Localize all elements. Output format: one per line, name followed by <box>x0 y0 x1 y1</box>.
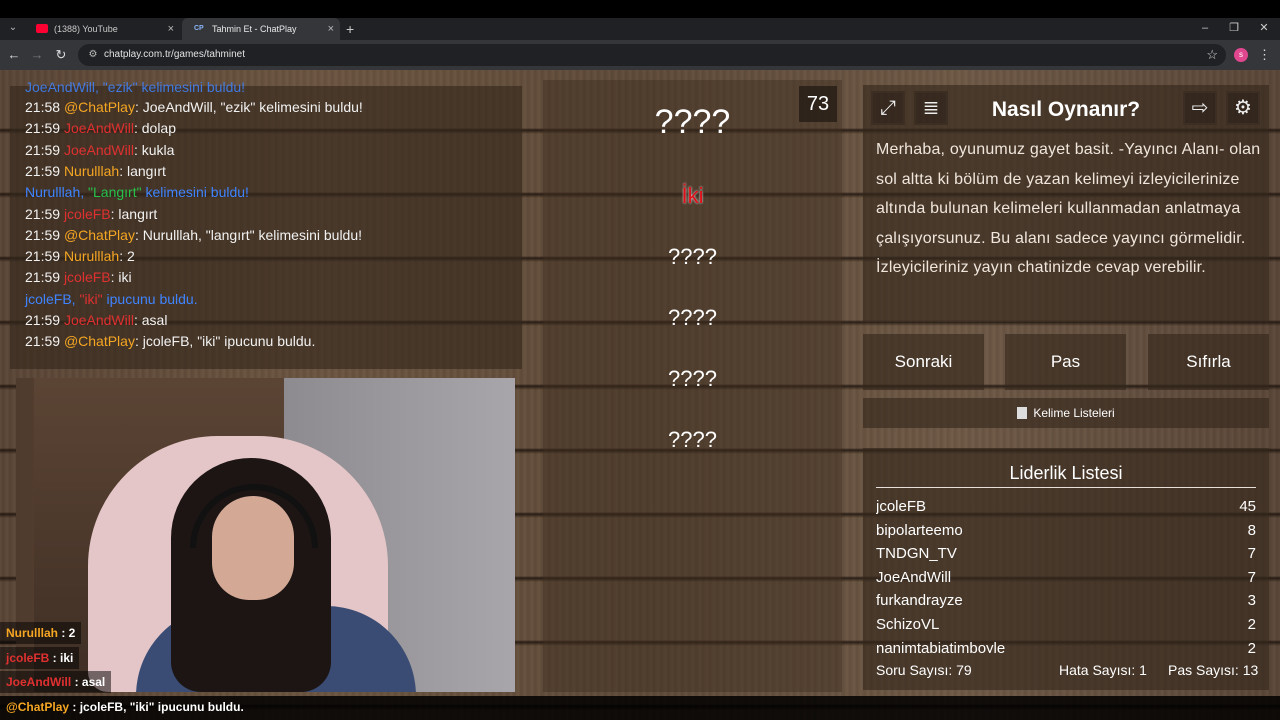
overlay-chat-line: jcoleFB : iki <box>0 647 80 669</box>
hidden-clue: ???? <box>668 305 717 330</box>
tab-youtube[interactable]: (1388) YouTube × <box>24 18 180 40</box>
youtube-icon <box>36 24 48 33</box>
hidden-clue: ???? <box>668 366 717 391</box>
how-to-play-title: Nasıl Oynanır? <box>991 98 1141 121</box>
leaderboard-row: nanimtabiatimboyle 2 <box>876 639 1256 653</box>
chat-line: 21:59 jcoleFB: langırt <box>25 205 158 222</box>
how-to-play-text: Merhaba, oyunumuz gayet basit. -Yayıncı … <box>876 141 1261 277</box>
chat-line: Nurulllah, "Langırt" kelimesini buldu! <box>25 184 249 201</box>
pass-count: Pas Sayısı: 13 <box>1168 662 1259 678</box>
chat-line: 21:59 Nurulllah: 2 <box>25 248 135 265</box>
leaderboard-title: Liderlik Listesi <box>876 462 1256 488</box>
hidden-clue: ???? <box>668 427 717 452</box>
chat-line: 21:59 JoeAndWill: asal <box>25 312 168 328</box>
forward-icon[interactable]: → <box>28 46 46 64</box>
pass-button[interactable]: Pas <box>1005 334 1126 390</box>
leaderboard-row: bipolarteemo 8 <box>876 521 1256 539</box>
chatplay-icon: CP <box>194 25 204 32</box>
exit-icon[interactable]: ⇨ <box>1183 91 1217 125</box>
chat-line: jcoleFB, "iki" ipucunu buldu. <box>25 290 198 307</box>
webcam-feed <box>16 378 515 692</box>
main-word: ???? <box>654 103 731 141</box>
reload-icon[interactable]: ↻ <box>52 46 70 64</box>
chat-line: 21:59 Nurulllah: langırt <box>25 162 166 179</box>
leaderboard-row: jcoleFB 45 <box>876 498 1256 515</box>
fullscreen-icon[interactable]: ⤢ <box>871 91 905 125</box>
leaderboard-row: JoeAndWill 7 <box>876 568 1256 586</box>
address-bar: ← → ↻ ⚙ chatplay.com.tr/games/tahminet ☆… <box>0 40 1280 70</box>
chat-line: 21:59 JoeAndWill: dolap <box>25 120 177 137</box>
chat-line: 21:58 @ChatPlay: JoeAndWill, "ezik" keli… <box>25 99 363 115</box>
next-button[interactable]: Sonraki <box>863 334 984 390</box>
leaderboard-row: SchizoVL 2 <box>876 616 1256 633</box>
chat-line: 21:59 JoeAndWill: kukla <box>25 141 175 158</box>
leaderboard-row: TNDGN_TV 7 <box>876 545 1256 563</box>
tab-title: (1388) YouTube <box>54 24 118 34</box>
game-viewport: JoeAndWill, "ezik" kelimesini buldu! 21:… <box>0 70 1280 720</box>
word-lists-button[interactable]: Kelime Listeleri <box>863 398 1269 428</box>
question-count: Soru Sayısı: 79 <box>876 662 972 678</box>
document-icon[interactable]: ≣ <box>914 91 948 125</box>
list-icon <box>1017 407 1028 419</box>
tab-chatplay[interactable]: CP Tahmin Et - ChatPlay × <box>182 18 340 40</box>
reset-button[interactable]: Sıfırla <box>1148 334 1269 390</box>
chat-line: 21:59 jcoleFB: iki <box>25 269 132 286</box>
bottom-ticker: @ChatPlay : jcoleFB, "iki" ipucunu buldu… <box>0 696 1280 720</box>
url-text: chatplay.com.tr/games/tahminet <box>104 49 245 60</box>
new-tab-icon[interactable]: + <box>346 18 354 40</box>
url-field[interactable]: ⚙ chatplay.com.tr/games/tahminet ☆ <box>78 44 1226 66</box>
minimize-icon[interactable]: – <box>1190 18 1220 40</box>
leaderboard-panel: Liderlik Listesi jcoleFB 45 bipolarteemo 8… <box>863 448 1269 690</box>
overlay-chat-line: Nurulllah : 2 <box>0 622 82 644</box>
close-window-icon[interactable]: ✕ <box>1249 18 1279 40</box>
close-tab-icon[interactable]: × <box>328 18 334 40</box>
tab-title: Tahmin Et - ChatPlay <box>212 24 297 34</box>
overlay-chat-line: JoeAndWill : asal <box>0 671 112 693</box>
chat-line: 21:59 @ChatPlay: Nurulllah, "langırt" ke… <box>25 226 363 243</box>
bookmark-star-icon[interactable]: ☆ <box>1206 44 1218 66</box>
menu-kebab-icon[interactable]: ⋮ <box>1258 46 1271 64</box>
top-black-bar <box>0 0 1280 18</box>
revealed-clue: İki <box>681 183 704 208</box>
leaderboard-list[interactable]: jcoleFB 45 bipolarteemo 8 TNDGN_TV 7 JoeAnd… <box>876 495 1256 653</box>
close-tab-icon[interactable]: × <box>168 18 174 40</box>
word-lists-label: Kelime Listeleri <box>1033 406 1115 420</box>
tab-strip: ⌄ (1388) YouTube × CP Tahmin Et - ChatPl… <box>0 18 1280 40</box>
gear-icon[interactable]: ⚙ <box>1226 91 1260 125</box>
leaderboard-row: furkandrayze 3 <box>876 592 1256 610</box>
error-count: Hata Sayısı: 1 <box>1059 662 1147 678</box>
tab-search-icon[interactable]: ⌄ <box>6 21 20 35</box>
hidden-clue: ???? <box>668 244 717 269</box>
chat-line: 21:59 @ChatPlay: jcoleFB, "iki" ipucunu … <box>25 333 316 350</box>
chat-line-partial: JoeAndWill, "ezik" kelimesini buldu! <box>25 79 246 95</box>
how-to-play-panel: ⤢ ≣ Nasıl Oynanır? ⇨ ⚙ Merhaba, oyunumuz… <box>863 85 1269 321</box>
profile-avatar[interactable]: s <box>1234 48 1248 62</box>
words-panel: 73 ???? İki ???? ???? ???? ???? <box>543 80 842 692</box>
back-icon[interactable]: ← <box>5 46 23 64</box>
restore-icon[interactable]: ❐ <box>1219 18 1249 40</box>
site-info-icon[interactable]: ⚙ <box>86 48 100 62</box>
